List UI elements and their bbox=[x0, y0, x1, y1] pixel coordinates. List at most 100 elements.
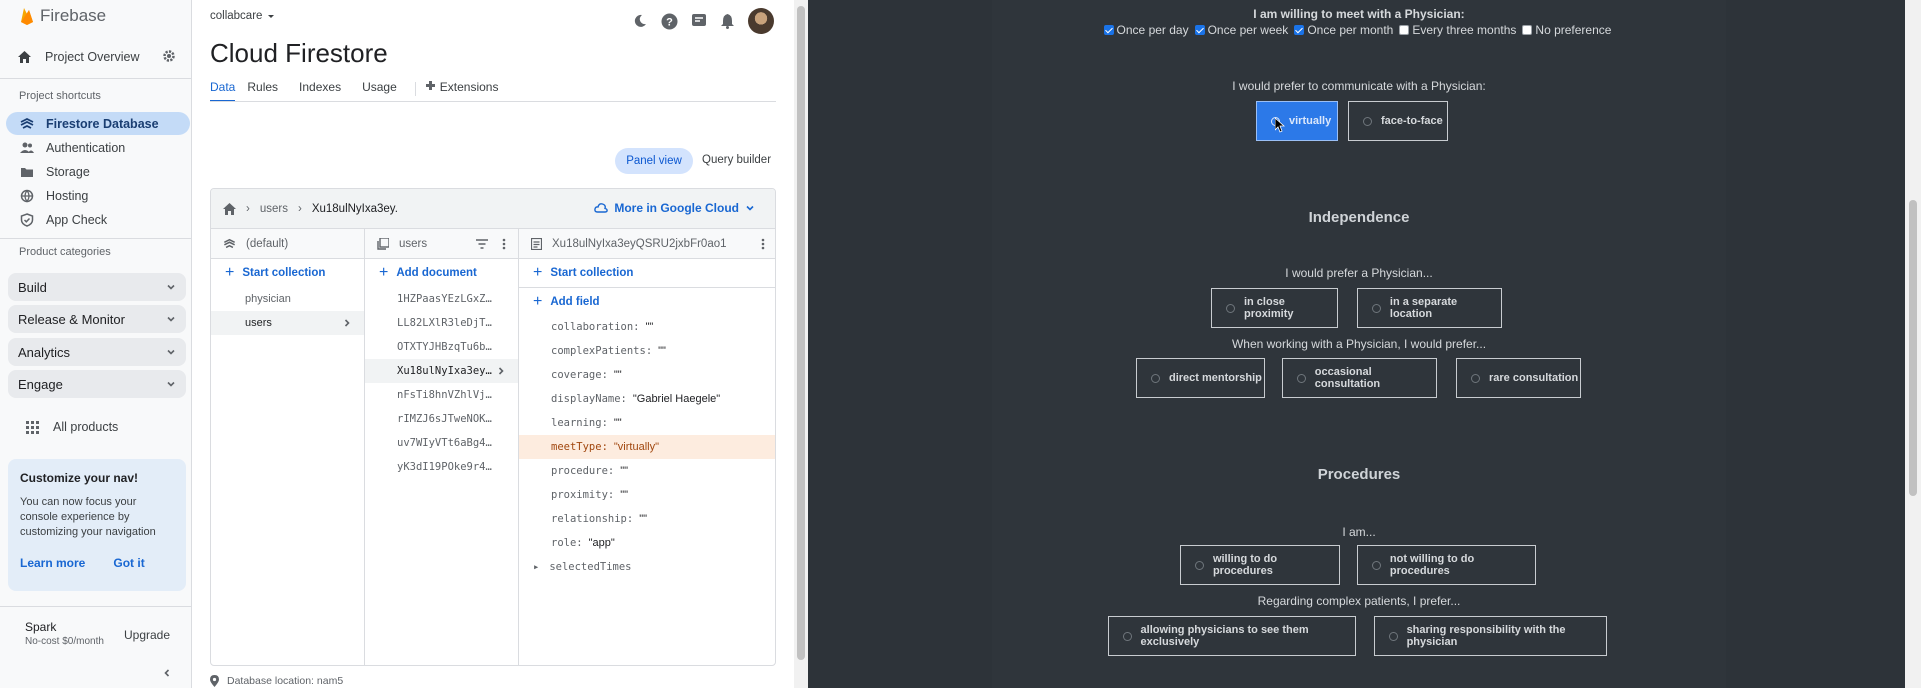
document-item[interactable]: LL82LXlR3leDjT… bbox=[365, 311, 518, 335]
sidebar-item-storage[interactable]: Storage bbox=[6, 160, 190, 183]
option-occasional-consultation[interactable]: occasional consultation bbox=[1282, 358, 1437, 398]
option-willing-procedures[interactable]: willing to do procedures bbox=[1180, 545, 1340, 585]
got-it-button[interactable]: Got it bbox=[113, 556, 144, 570]
document-item[interactable]: nFsTi8hnVZhlVj… bbox=[365, 383, 518, 407]
tab-usage[interactable]: Usage bbox=[362, 80, 406, 102]
checkbox-once-per-day[interactable]: Once per day bbox=[1103, 23, 1189, 37]
checkbox-unchecked[interactable] bbox=[1522, 25, 1533, 35]
field-row-array[interactable]: ▸ selectedTimes bbox=[519, 555, 775, 579]
root-column-title: (default) bbox=[246, 237, 289, 250]
home-icon[interactable] bbox=[223, 202, 236, 215]
sidebar-item-hosting[interactable]: Hosting bbox=[6, 184, 190, 207]
category-analytics[interactable]: Analytics bbox=[8, 338, 186, 366]
checkbox-every-three-months[interactable]: Every three months bbox=[1399, 23, 1516, 37]
all-products-link[interactable]: All products bbox=[26, 420, 118, 434]
document-item[interactable]: rIMZJ6sJTweNOK… bbox=[365, 407, 518, 431]
customize-title: Customize your nav! bbox=[20, 471, 139, 485]
option-rare-consultation[interactable]: rare consultation bbox=[1456, 358, 1581, 398]
project-selector[interactable]: collabcare bbox=[210, 10, 276, 22]
field-row[interactable]: role: "app" bbox=[519, 531, 775, 555]
option-virtually[interactable]: virtually bbox=[1256, 101, 1338, 141]
upgrade-button[interactable]: Upgrade bbox=[124, 628, 170, 642]
category-engage[interactable]: Engage bbox=[8, 370, 186, 398]
more-vert-icon[interactable] bbox=[502, 238, 506, 250]
start-subcollection-button[interactable]: + Start collection bbox=[519, 259, 775, 287]
panel-view-button[interactable]: Panel view bbox=[615, 148, 693, 174]
document-item[interactable]: yK3dI19POke9r4… bbox=[365, 455, 518, 479]
add-document-button[interactable]: + Add document bbox=[365, 259, 518, 287]
field-row[interactable]: proximity: "" bbox=[519, 483, 775, 507]
sidebar-item-app-check[interactable]: App Check bbox=[6, 208, 190, 231]
dark-mode-icon[interactable] bbox=[632, 13, 648, 29]
feedback-icon[interactable] bbox=[691, 13, 707, 29]
collection-item-physician[interactable]: physician bbox=[211, 287, 364, 311]
option-separate-location[interactable]: in a separate location bbox=[1357, 288, 1502, 328]
firebase-flame-icon bbox=[21, 8, 33, 25]
collection-item-users[interactable]: users bbox=[211, 311, 364, 335]
document-item[interactable]: OTXTYJHBzqTu6b… bbox=[365, 335, 518, 359]
field-row[interactable]: relationship: "" bbox=[519, 507, 775, 531]
option-sharing-responsibility[interactable]: sharing responsibility with the physicia… bbox=[1374, 616, 1607, 656]
filter-icon[interactable] bbox=[476, 239, 488, 249]
checkbox-checked[interactable] bbox=[1294, 25, 1305, 35]
collection-column-title: users bbox=[399, 237, 428, 250]
field-row[interactable]: learning: "" bbox=[519, 411, 775, 435]
add-field-button[interactable]: + Add field bbox=[519, 287, 775, 315]
option-direct-mentorship[interactable]: direct mentorship bbox=[1136, 358, 1265, 398]
checkbox-unchecked[interactable] bbox=[1399, 25, 1410, 35]
document-item[interactable]: 1HZPaasYEzLGxZ… bbox=[365, 287, 518, 311]
field-row[interactable]: displayName: "Gabriel Haegele" bbox=[519, 387, 775, 411]
field-row[interactable]: complexPatients: "" bbox=[519, 339, 775, 363]
more-vert-icon[interactable] bbox=[761, 238, 765, 250]
option-face-to-face[interactable]: face-to-face bbox=[1348, 101, 1448, 141]
checkbox-once-per-week[interactable]: Once per week bbox=[1194, 23, 1288, 37]
option-close-proximity[interactable]: in close proximity bbox=[1211, 288, 1338, 328]
settings-gear-icon[interactable] bbox=[162, 49, 176, 63]
firebase-logo[interactable]: Firebase bbox=[20, 6, 106, 26]
breadcrumb-users[interactable]: users bbox=[260, 203, 288, 215]
app-scrollbar[interactable] bbox=[1905, 0, 1921, 688]
checkbox-checked[interactable] bbox=[1103, 25, 1114, 35]
collapse-nav-icon[interactable] bbox=[162, 668, 172, 678]
category-build[interactable]: Build bbox=[8, 273, 186, 301]
field-value: "virtually" bbox=[613, 441, 660, 453]
checkbox-no-preference[interactable]: No preference bbox=[1522, 23, 1611, 37]
help-icon[interactable]: ? bbox=[661, 13, 678, 30]
checkbox-checked[interactable] bbox=[1194, 25, 1205, 35]
option-not-willing-procedures[interactable]: not willing to do procedures bbox=[1357, 545, 1536, 585]
query-builder-button[interactable]: Query builder bbox=[702, 154, 771, 166]
project-name: collabcare bbox=[210, 10, 263, 22]
project-overview-link[interactable]: Project Overview bbox=[18, 46, 184, 68]
firestore-scrollbar[interactable] bbox=[794, 0, 808, 688]
collection-column: users + Add document 1HZPaasYEzLGxZ… LL8… bbox=[365, 229, 519, 665]
document-item[interactable]: uv7WIyVTt6aBg4… bbox=[365, 431, 518, 455]
top-toolbar: ? bbox=[632, 8, 774, 34]
field-row[interactable]: collaboration: "" bbox=[519, 315, 775, 339]
more-in-google-cloud-button[interactable]: More in Google Cloud bbox=[594, 201, 755, 215]
category-release-monitor[interactable]: Release & Monitor bbox=[8, 305, 186, 333]
document-item-selected[interactable]: Xu18ulNyIxa3ey… bbox=[365, 359, 518, 383]
radio-icon bbox=[1123, 631, 1132, 641]
field-key: procedure: bbox=[551, 465, 615, 477]
notifications-icon[interactable] bbox=[720, 13, 735, 29]
sidebar-item-authentication[interactable]: Authentication bbox=[6, 136, 190, 159]
checkbox-once-per-month[interactable]: Once per month bbox=[1294, 23, 1393, 37]
breadcrumb-document[interactable]: Xu18ulNyIxa3ey. bbox=[312, 203, 398, 215]
field-row-highlighted[interactable]: meetType: "virtually" bbox=[519, 435, 775, 459]
checkbox-label: Once per day bbox=[1116, 23, 1189, 37]
tab-indexes[interactable]: Indexes bbox=[299, 80, 350, 102]
chevron-right-icon bbox=[344, 319, 350, 327]
learn-more-link[interactable]: Learn more bbox=[20, 556, 85, 570]
field-row[interactable]: procedure: "" bbox=[519, 459, 775, 483]
tab-extensions[interactable]: Extensions bbox=[425, 80, 508, 102]
option-physicians-exclusively[interactable]: allowing physicians to see them exclusiv… bbox=[1108, 616, 1356, 656]
tab-data[interactable]: Data bbox=[210, 80, 236, 102]
start-collection-button[interactable]: + Start collection bbox=[211, 259, 364, 287]
expand-icon[interactable]: ▸ bbox=[533, 561, 539, 573]
tab-rules[interactable]: Rules bbox=[247, 80, 287, 102]
radio-icon bbox=[1389, 631, 1398, 641]
avatar[interactable] bbox=[748, 8, 774, 34]
more-in-google-cloud-label: More in Google Cloud bbox=[614, 201, 739, 215]
sidebar-item-firestore[interactable]: Firestore Database bbox=[6, 112, 190, 135]
field-row[interactable]: coverage: "" bbox=[519, 363, 775, 387]
